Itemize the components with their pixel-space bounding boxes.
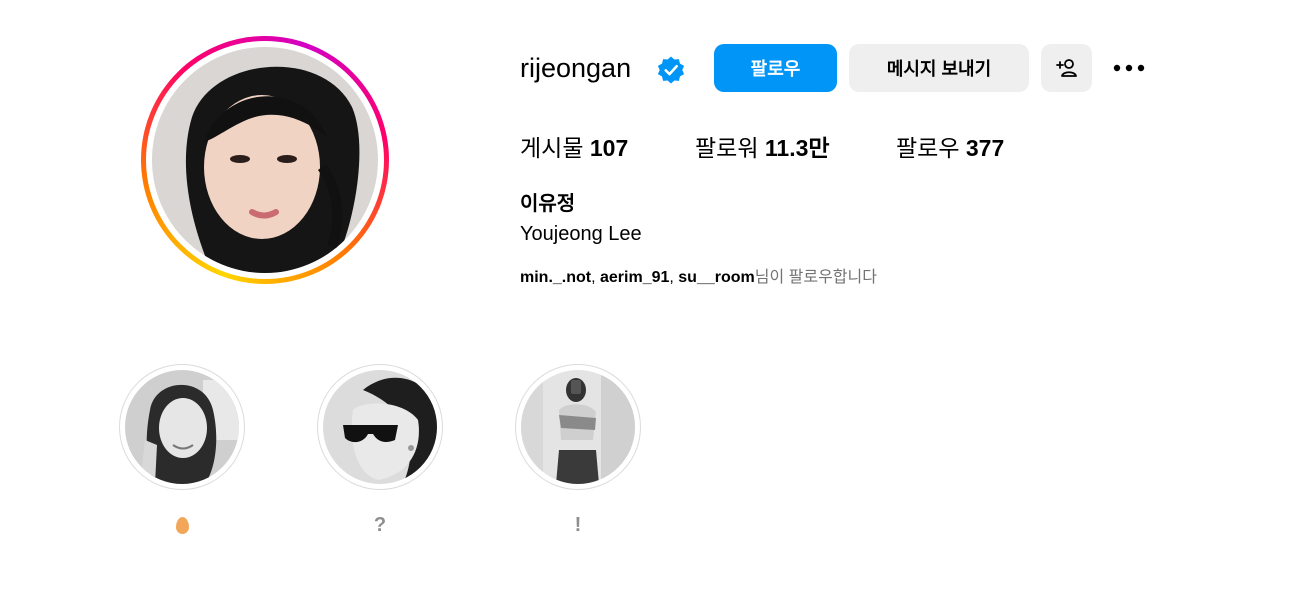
- send-message-button[interactable]: 메시지 보내기: [849, 44, 1029, 92]
- verified-badge-icon: [657, 56, 685, 84]
- add-person-icon: [1055, 59, 1077, 77]
- highlight-label: !: [574, 514, 582, 536]
- highlight-cover: [323, 370, 437, 484]
- profile-username: rijeongan: [520, 53, 632, 83]
- followed-by-suffix: 님이 팔로우합니다: [754, 269, 877, 286]
- highlight-cover: [521, 370, 635, 484]
- egg-icon: [175, 517, 189, 535]
- avatar-photo: [152, 47, 378, 273]
- more-options-button[interactable]: [1104, 44, 1154, 92]
- posts-count: 게시물 107: [520, 135, 629, 161]
- story-highlight[interactable]: [119, 364, 245, 538]
- profile-bio-name: Youjeong Lee: [520, 223, 642, 245]
- suggest-similar-button[interactable]: [1041, 44, 1092, 92]
- followed-by-text[interactable]: min._.not, aerim_91, su__room님이 팔로우합니다: [520, 266, 877, 290]
- highlight-cover: [125, 370, 239, 484]
- highlight-label: [119, 512, 245, 538]
- profile-avatar-ring[interactable]: [141, 36, 389, 284]
- story-highlight[interactable]: !: [515, 364, 641, 538]
- highlight-label: ?: [373, 514, 387, 536]
- following-count[interactable]: 팔로우 377: [896, 133, 1004, 163]
- follow-button[interactable]: 팔로우: [714, 44, 837, 92]
- profile-full-name: 이유정: [520, 193, 576, 215]
- follower-account-link[interactable]: min._.not: [520, 269, 591, 286]
- more-horizontal-icon: [1113, 64, 1145, 72]
- follower-account-link[interactable]: aerim_91: [600, 269, 669, 286]
- profile-avatar[interactable]: [152, 47, 378, 273]
- story-highlight[interactable]: ?: [317, 364, 443, 538]
- follower-account-link[interactable]: su__room: [678, 269, 754, 286]
- followers-count[interactable]: 팔로워 11.3만: [695, 133, 830, 163]
